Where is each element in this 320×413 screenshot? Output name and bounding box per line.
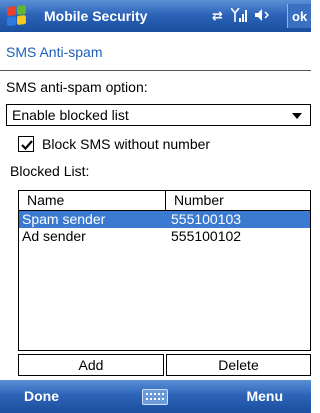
app-title: Mobile Security xyxy=(44,8,148,24)
checkmark-icon xyxy=(21,140,33,151)
soft-key-bar: Done Menu xyxy=(0,380,311,413)
blocked-list[interactable]: Name Number Spam sender 555100103 Ad sen… xyxy=(18,190,311,351)
column-header-number[interactable]: Number xyxy=(166,191,310,210)
keyboard-icon[interactable] xyxy=(142,389,168,405)
done-softkey[interactable]: Done xyxy=(22,380,102,413)
list-row[interactable]: Spam sender 555100103 xyxy=(19,211,310,228)
select-value: Enable blocked list xyxy=(12,107,129,123)
anti-spam-option-select[interactable]: Enable blocked list xyxy=(6,104,311,126)
row-number: 555100102 xyxy=(171,228,242,244)
row-name: Spam sender xyxy=(22,211,106,227)
delete-button[interactable]: Delete xyxy=(166,354,311,376)
block-no-number-checkbox[interactable] xyxy=(18,136,34,152)
add-button[interactable]: Add xyxy=(18,354,164,376)
page-title: SMS Anti-spam xyxy=(6,44,103,60)
list-header: Name Number xyxy=(19,191,310,211)
menu-softkey[interactable]: Menu xyxy=(223,380,283,413)
column-header-name[interactable]: Name xyxy=(19,191,166,210)
signal-strength-icon[interactable] xyxy=(230,7,247,25)
divider xyxy=(0,70,311,71)
row-number: 555100103 xyxy=(171,211,242,227)
checkbox-label: Block SMS without number xyxy=(42,136,211,152)
connectivity-icon[interactable]: ⇄ xyxy=(212,8,223,24)
dropdown-arrow-icon[interactable] xyxy=(292,113,302,119)
option-label: SMS anti-spam option: xyxy=(6,79,148,95)
volume-icon[interactable] xyxy=(254,8,271,25)
status-icons: ⇄ xyxy=(212,7,271,25)
ok-button[interactable]: ok xyxy=(287,4,311,28)
list-row[interactable]: Ad sender 555100102 xyxy=(19,228,310,245)
block-no-number-row[interactable]: Block SMS without number xyxy=(18,134,210,154)
title-bar: Mobile Security ⇄ ok xyxy=(0,0,311,32)
row-name: Ad sender xyxy=(22,228,86,244)
blocked-list-label: Blocked List: xyxy=(10,163,90,179)
windows-start-icon[interactable] xyxy=(0,0,34,32)
